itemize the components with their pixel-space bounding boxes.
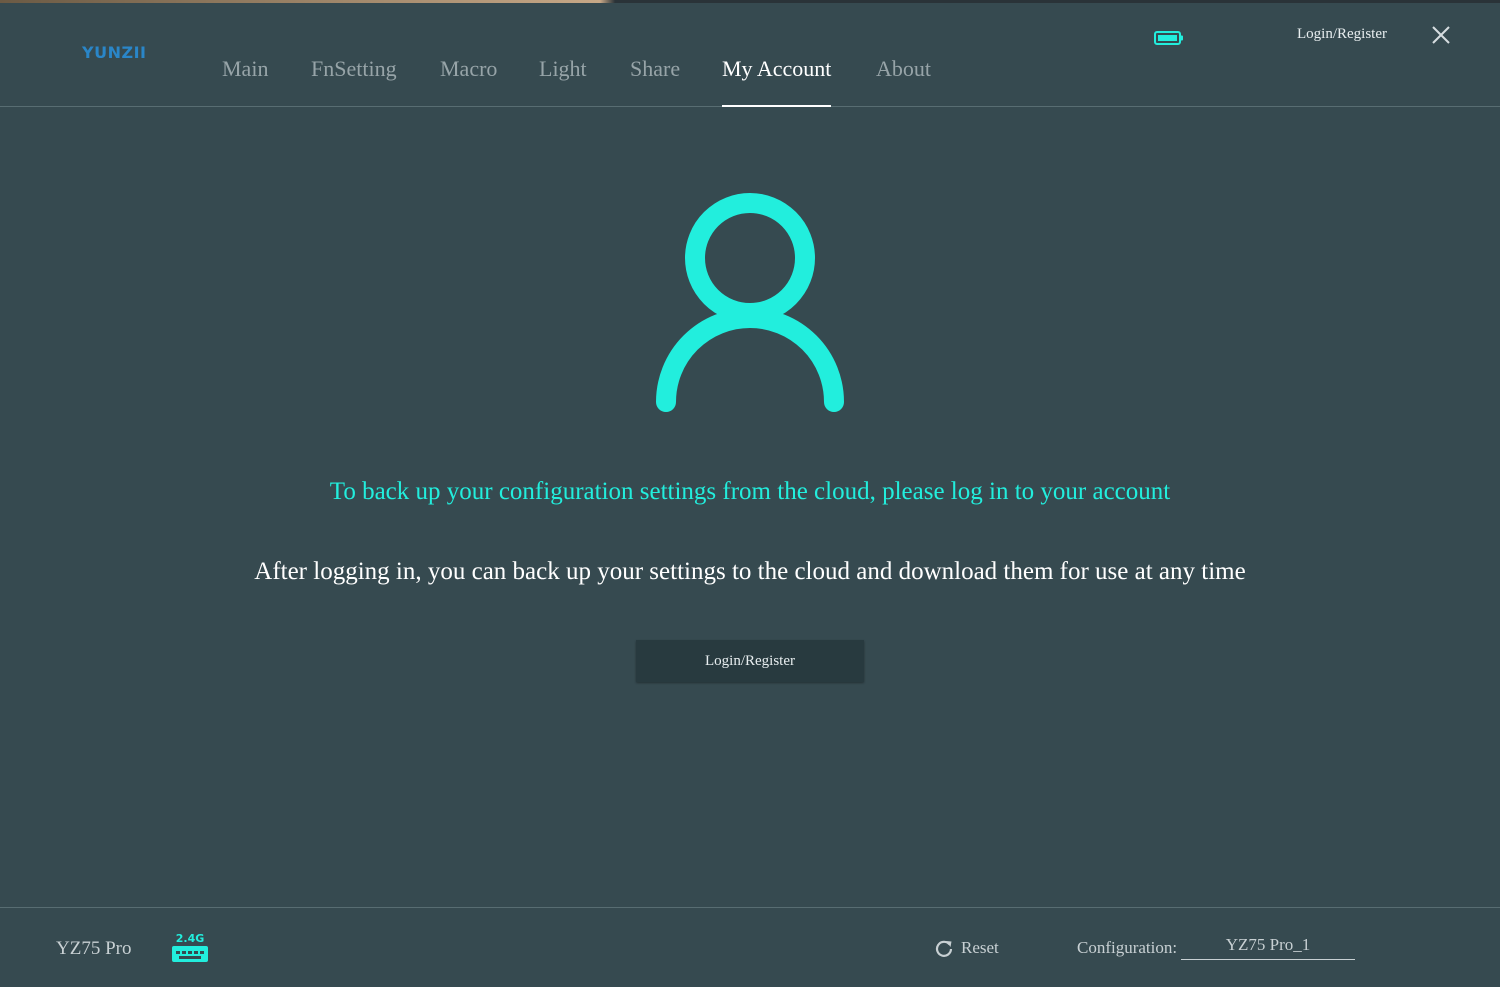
footer: YZ75 Pro 2.4G Reset Configuration: YZ75 … xyxy=(0,907,1500,987)
configuration-select[interactable]: YZ75 Pro_1 xyxy=(1181,932,1355,960)
tab-macro[interactable]: Macro xyxy=(440,56,497,107)
close-icon[interactable] xyxy=(1430,24,1452,46)
connection-label: 2.4G xyxy=(176,932,205,945)
tab-main[interactable]: Main xyxy=(222,56,268,107)
tab-share[interactable]: Share xyxy=(630,56,680,107)
login-prompt-description: After logging in, you can back up your s… xyxy=(254,558,1246,585)
battery-icon xyxy=(1154,31,1183,45)
login-register-button[interactable]: Login/Register xyxy=(636,640,864,682)
reset-button[interactable]: Reset xyxy=(935,938,999,958)
header-login-register-link[interactable]: Login/Register xyxy=(1297,26,1387,43)
reset-label: Reset xyxy=(961,938,999,957)
user-icon xyxy=(656,193,844,412)
main-nav: Main FnSetting Macro Light Share My Acco… xyxy=(0,3,1000,107)
wireless-keyboard-icon: 2.4G xyxy=(172,932,208,962)
header: YUNZII Main FnSetting Macro Light Share … xyxy=(0,3,1500,107)
tab-my-account[interactable]: My Account xyxy=(722,56,832,107)
configuration-label: Configuration: xyxy=(1077,938,1178,957)
device-name: YZ75 Pro xyxy=(56,938,132,959)
refresh-icon xyxy=(935,940,953,957)
tab-about[interactable]: About xyxy=(876,56,931,107)
tab-light[interactable]: Light xyxy=(539,56,587,107)
tab-fnsetting[interactable]: FnSetting xyxy=(311,56,397,107)
login-prompt-headline: To back up your configuration settings f… xyxy=(329,478,1171,505)
